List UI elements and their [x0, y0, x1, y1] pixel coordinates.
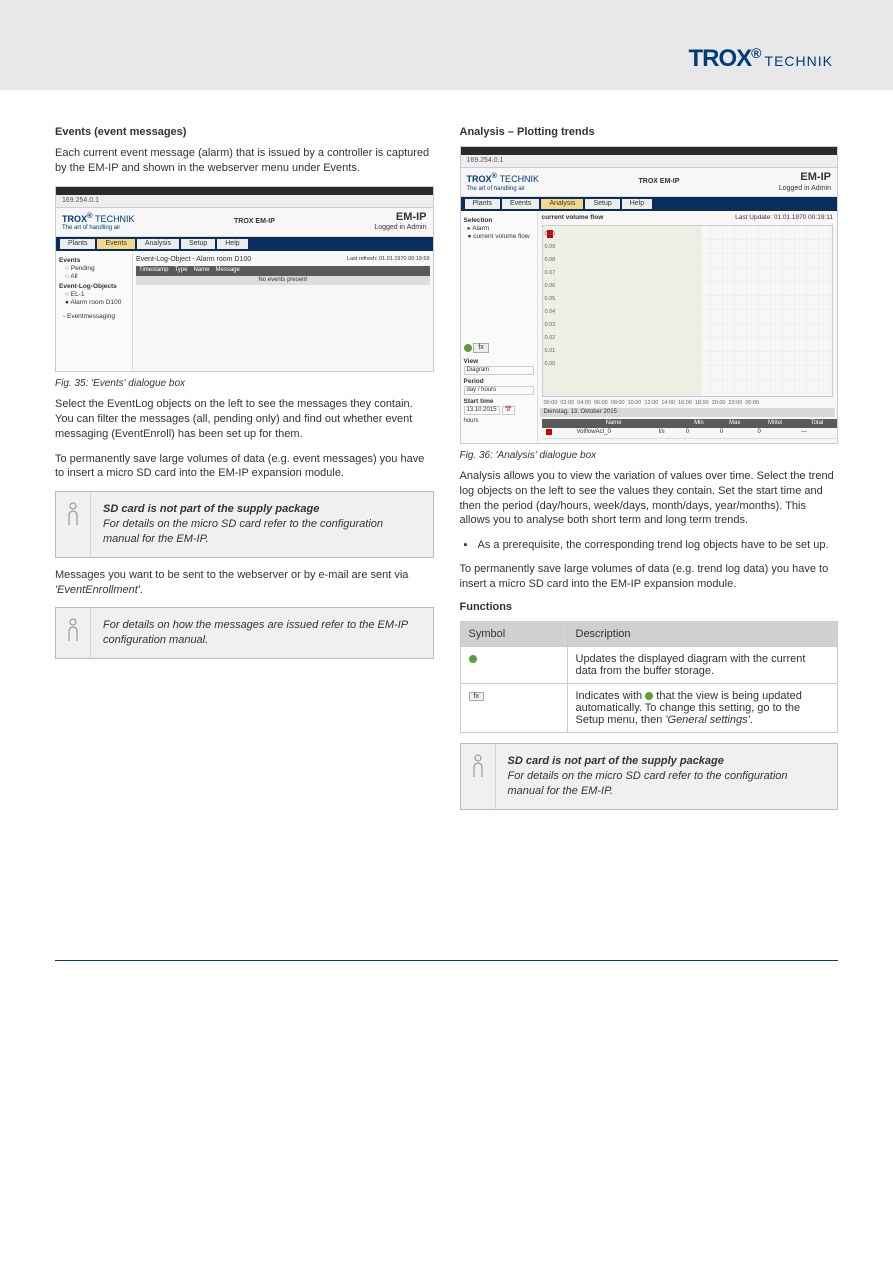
tab-analysis[interactable]: Analysis	[137, 239, 179, 249]
fx-desc: Indicates with that the view is being up…	[567, 684, 838, 733]
page-header: TROX® TECHNIK	[0, 0, 893, 90]
tab-setup[interactable]: Setup	[181, 239, 215, 249]
fig35-caption: Fig. 35: 'Events' dialogue box	[55, 378, 434, 389]
analysis-para3: To permanently save large volumes of dat…	[460, 562, 839, 592]
tab-plants[interactable]: Plants	[60, 239, 95, 249]
footer-rule	[55, 960, 838, 961]
info-icon	[56, 608, 91, 658]
events-para2: Select the EventLog objects on the left …	[55, 397, 434, 442]
trox-logo: TROX® TECHNIK	[688, 45, 833, 73]
events-screenshot: 169.254.0.1 TROX® TECHNIK The art of han…	[55, 186, 434, 372]
logo-reg: ®	[751, 45, 761, 61]
fx-icon: fx	[460, 684, 567, 733]
analysis-sidebar: Selection ▸ Alarm ● current volume flow …	[461, 211, 538, 443]
note-sdcard-2: SD card is not part of the supply packag…	[460, 743, 839, 810]
info-icon	[461, 744, 496, 809]
functions-heading: Functions	[460, 601, 839, 613]
analysis-heading: Analysis – Plotting trends	[460, 126, 839, 138]
tab-plants[interactable]: Plants	[465, 199, 500, 209]
ss-logo: TROX® TECHNIK The art of handling air	[467, 174, 540, 193]
ss-tabs: Plants Events Analysis Setup Help	[56, 237, 433, 251]
logo-brand: TROX	[688, 45, 751, 72]
tab-events[interactable]: Events	[502, 199, 539, 209]
analysis-para1: Analysis allows you to view the variatio…	[460, 469, 839, 528]
note-messaging: For details on how the messages are issu…	[55, 607, 434, 659]
ss-tabs: Plants Events Analysis Setup Help	[461, 197, 838, 211]
col-symbol: Symbol	[460, 622, 567, 647]
analysis-bullet: As a prerequisite, the corresponding tre…	[478, 538, 839, 553]
info-icon	[56, 492, 91, 557]
url-bar: 169.254.0.1	[461, 155, 838, 168]
events-para3: To permanently save large volumes of dat…	[55, 452, 434, 482]
tab-events[interactable]: Events	[97, 239, 134, 249]
ss-sidebar: Events ○ Pending ○ All Event-Log-Objects…	[56, 251, 133, 371]
logo-sub: TECHNIK	[765, 53, 833, 69]
tab-help[interactable]: Help	[622, 199, 652, 209]
tab-analysis[interactable]: Analysis	[541, 199, 583, 209]
analysis-screenshot: 169.254.0.1 TROX® TECHNIK The art of han…	[460, 146, 839, 444]
left-column: Events (event messages) Each current eve…	[55, 120, 434, 820]
right-column: Analysis – Plotting trends 169.254.0.1 T…	[460, 120, 839, 820]
functions-table: Symbol Description Updates the displayed…	[460, 621, 839, 733]
tab-help[interactable]: Help	[217, 239, 247, 249]
events-heading: Events (event messages)	[55, 126, 434, 138]
no-events-row: No events present	[136, 276, 430, 285]
ss-logo: TROX® TECHNIK The art of handling air	[62, 214, 135, 233]
refresh-desc: Updates the displayed diagram with the c…	[567, 647, 838, 684]
trend-chart: 0.100.090.080.070.060.050.040.030.020.01…	[542, 225, 834, 397]
chart-data-table: Name Min Max Mittel Total VolflowAct_0 l	[542, 419, 838, 439]
tab-setup[interactable]: Setup	[585, 199, 619, 209]
col-desc: Description	[567, 622, 838, 647]
events-para4: Messages you want to be sent to the webs…	[55, 568, 434, 598]
note-sdcard-1: SD card is not part of the supply packag…	[55, 491, 434, 558]
events-intro: Each current event message (alarm) that …	[55, 146, 434, 176]
refresh-icon	[460, 647, 567, 684]
url-bar: 169.254.0.1	[56, 195, 433, 208]
fig36-caption: Fig. 36: 'Analysis' dialogue box	[460, 450, 839, 461]
